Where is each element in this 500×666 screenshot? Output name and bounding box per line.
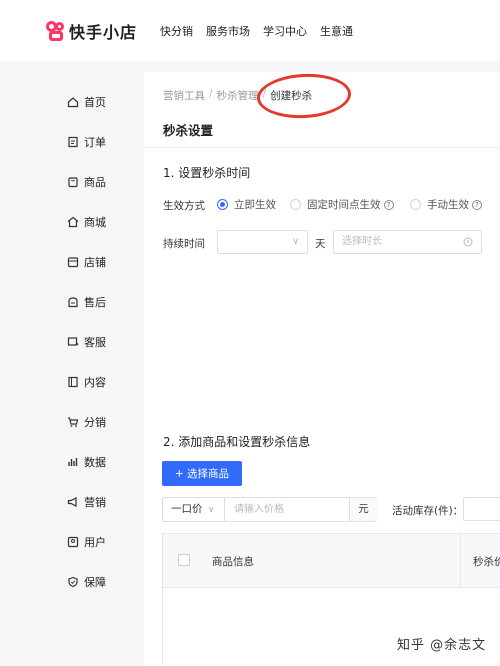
table-body — [162, 588, 500, 666]
time-duration-picker[interactable]: 选择时长 — [333, 230, 482, 254]
effect-method-label: 生效方式 — [163, 200, 205, 212]
nav-item-learning-center[interactable]: 学习中心 — [263, 23, 307, 39]
customer-service-icon — [67, 337, 79, 346]
radio-fixed-time[interactable]: 固定时间点生效 ? — [290, 197, 394, 212]
radio-unselected-icon — [290, 199, 301, 210]
radio-manual[interactable]: 手动生效 ? — [410, 197, 482, 212]
clock-icon — [463, 237, 473, 247]
radio-immediate[interactable]: 立即生效 — [217, 197, 276, 212]
nav-item-shengyitong[interactable]: 生意通 — [320, 23, 353, 39]
time-duration-placeholder: 选择时长 — [342, 236, 382, 247]
price-placeholder: 请输入价格 — [234, 504, 284, 515]
select-product-button[interactable]: + 选择商品 — [162, 461, 242, 486]
sidebar-item-label: 订单 — [84, 136, 106, 149]
breadcrumb-item-marketing-tools[interactable]: 营销工具 — [163, 88, 205, 103]
radio-label: 手动生效 — [427, 199, 469, 211]
sidebar-item-products[interactable]: 商品 — [67, 174, 106, 190]
sidebar-item-label: 保障 — [84, 576, 106, 589]
brand-logo[interactable]: 快手小店 — [46, 19, 137, 43]
data-icon — [68, 458, 78, 466]
sidebar-item-label: 用户 — [84, 536, 106, 549]
sidebar-item-home[interactable]: 首页 — [67, 94, 106, 110]
content-icon — [68, 376, 78, 388]
chevron-down-icon: ∨ — [207, 505, 215, 515]
nav-item-service-market[interactable]: 服务市场 — [206, 23, 250, 39]
price-input-group: 一口价 ∨ 请输入价格 元 — [162, 497, 377, 522]
nav-item-fenxiao[interactable]: 快分销 — [160, 23, 193, 39]
column-header-product-info: 商品信息 — [212, 556, 254, 568]
sidebar-item-customer-service[interactable]: 客服 — [67, 334, 106, 350]
red-annotation-circle — [255, 71, 353, 121]
price-input[interactable]: 请输入价格 — [226, 498, 349, 521]
duration-label: 持续时间 — [163, 238, 205, 250]
store-icon — [67, 257, 79, 268]
radio-unselected-icon — [410, 199, 421, 210]
sidebar-item-label: 数据 — [84, 456, 106, 469]
price-type-select[interactable]: 一口价 ∨ — [163, 498, 225, 521]
sidebar-item-protection[interactable]: 保障 — [67, 574, 106, 590]
sidebar-item-label: 商品 — [84, 176, 106, 189]
column-divider — [460, 534, 461, 587]
sidebar-item-label: 客服 — [84, 336, 106, 349]
sidebar-item-label: 店铺 — [84, 256, 106, 269]
brand-name: 快手小店 — [69, 23, 138, 42]
sidebar: 首页 订单 商品 商城 店铺 售后 客服 内容 分销 数据 营销 用户 保障 — [0, 62, 144, 666]
help-icon[interactable]: ? — [472, 199, 482, 210]
sidebar-item-mall[interactable]: 商城 — [67, 214, 106, 230]
page-title: 秒杀设置 — [163, 123, 214, 138]
radio-label: 立即生效 — [234, 199, 276, 211]
order-icon — [68, 136, 78, 148]
stock-label: 活动库存(件)： — [392, 505, 464, 517]
product-icon — [68, 177, 78, 188]
sidebar-item-label: 分销 — [84, 416, 106, 429]
section-title-products: 2. 添加商品和设置秒杀信息 — [163, 435, 311, 449]
after-sales-icon — [68, 297, 78, 308]
user-icon — [67, 536, 79, 548]
price-unit: 元 — [349, 498, 377, 521]
sidebar-item-label: 首页 — [84, 96, 106, 109]
sidebar-item-store[interactable]: 店铺 — [67, 254, 106, 270]
kuaishou-logo-icon — [46, 21, 66, 41]
distribution-icon — [68, 417, 79, 427]
breadcrumb-separator: / — [209, 88, 213, 100]
mall-icon — [67, 216, 79, 228]
help-icon[interactable]: ? — [383, 199, 394, 210]
select-all-checkbox[interactable] — [178, 554, 190, 566]
home-icon — [67, 97, 79, 108]
watermark: 知乎 @余志文 — [397, 638, 487, 653]
sidebar-item-content[interactable]: 内容 — [67, 374, 106, 390]
sidebar-item-data[interactable]: 数据 — [67, 454, 106, 470]
sidebar-item-after-sales[interactable]: 售后 — [67, 294, 106, 310]
radio-selected-icon — [217, 199, 228, 210]
chevron-down-icon: ∨ — [292, 237, 299, 247]
section-title-time: 1. 设置秒杀时间 — [163, 166, 251, 180]
top-bar: 快手小店 快分销 服务市场 学习中心 生意通 — [0, 0, 500, 62]
sidebar-item-label: 营销 — [84, 496, 106, 509]
breadcrumb-item-seckill-management[interactable]: 秒杀管理 — [217, 88, 259, 103]
sidebar-item-label: 内容 — [84, 376, 106, 389]
duration-days-select[interactable]: ∨ — [217, 230, 308, 254]
sidebar-item-marketing[interactable]: 营销 — [67, 494, 106, 510]
shield-icon — [68, 576, 78, 588]
stock-input[interactable] — [463, 497, 500, 521]
sidebar-item-distribution[interactable]: 分销 — [67, 414, 106, 430]
sidebar-item-label: 售后 — [84, 296, 106, 309]
divider — [144, 147, 500, 148]
price-type-value: 一口价 — [171, 503, 203, 515]
main-panel: 营销工具 / 秒杀管理 / 创建秒杀 秒杀设置 1. 设置秒杀时间 生效方式 立… — [144, 71, 500, 666]
sidebar-item-label: 商城 — [84, 216, 106, 229]
marketing-icon — [67, 497, 77, 507]
days-unit: 天 — [315, 238, 326, 250]
sidebar-item-orders[interactable]: 订单 — [67, 134, 106, 150]
radio-label: 固定时间点生效 — [307, 199, 381, 211]
column-header-seckill-price: 秒杀价 — [473, 556, 500, 568]
sidebar-item-users[interactable]: 用户 — [67, 534, 106, 550]
table-header: 商品信息 秒杀价 — [162, 533, 500, 588]
